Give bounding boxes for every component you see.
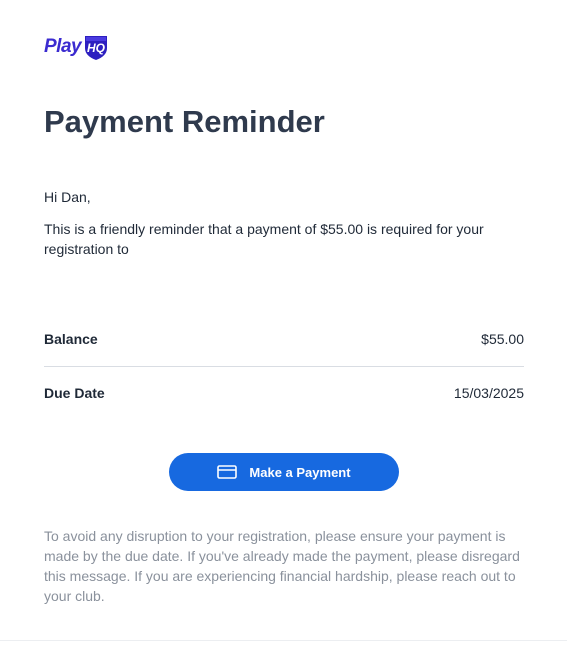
bottom-divider [0,640,567,641]
balance-value: $55.00 [481,331,524,347]
balance-label: Balance [44,331,98,347]
logo-text: Play [44,36,82,57]
details-divider [44,366,524,367]
playhq-shield-icon: HQ [85,36,108,60]
playhq-logo: Play HQ [44,33,110,61]
balance-row: Balance $55.00 [44,331,524,347]
make-payment-button[interactable]: Make a Payment [169,453,399,491]
due-date-row: Due Date 15/03/2025 [44,385,524,401]
footer-note: To avoid any disruption to your registra… [44,528,520,604]
due-date-label: Due Date [44,385,105,401]
reminder-message: This is a friendly reminder that a payme… [44,221,484,257]
make-payment-label: Make a Payment [249,464,351,480]
page-title: Payment Reminder [44,104,325,139]
due-date-value: 15/03/2025 [453,385,524,401]
credit-card-icon [217,465,238,479]
greeting-text: Hi Dan, [44,189,91,205]
logo-badge-text: HQ [87,41,106,55]
